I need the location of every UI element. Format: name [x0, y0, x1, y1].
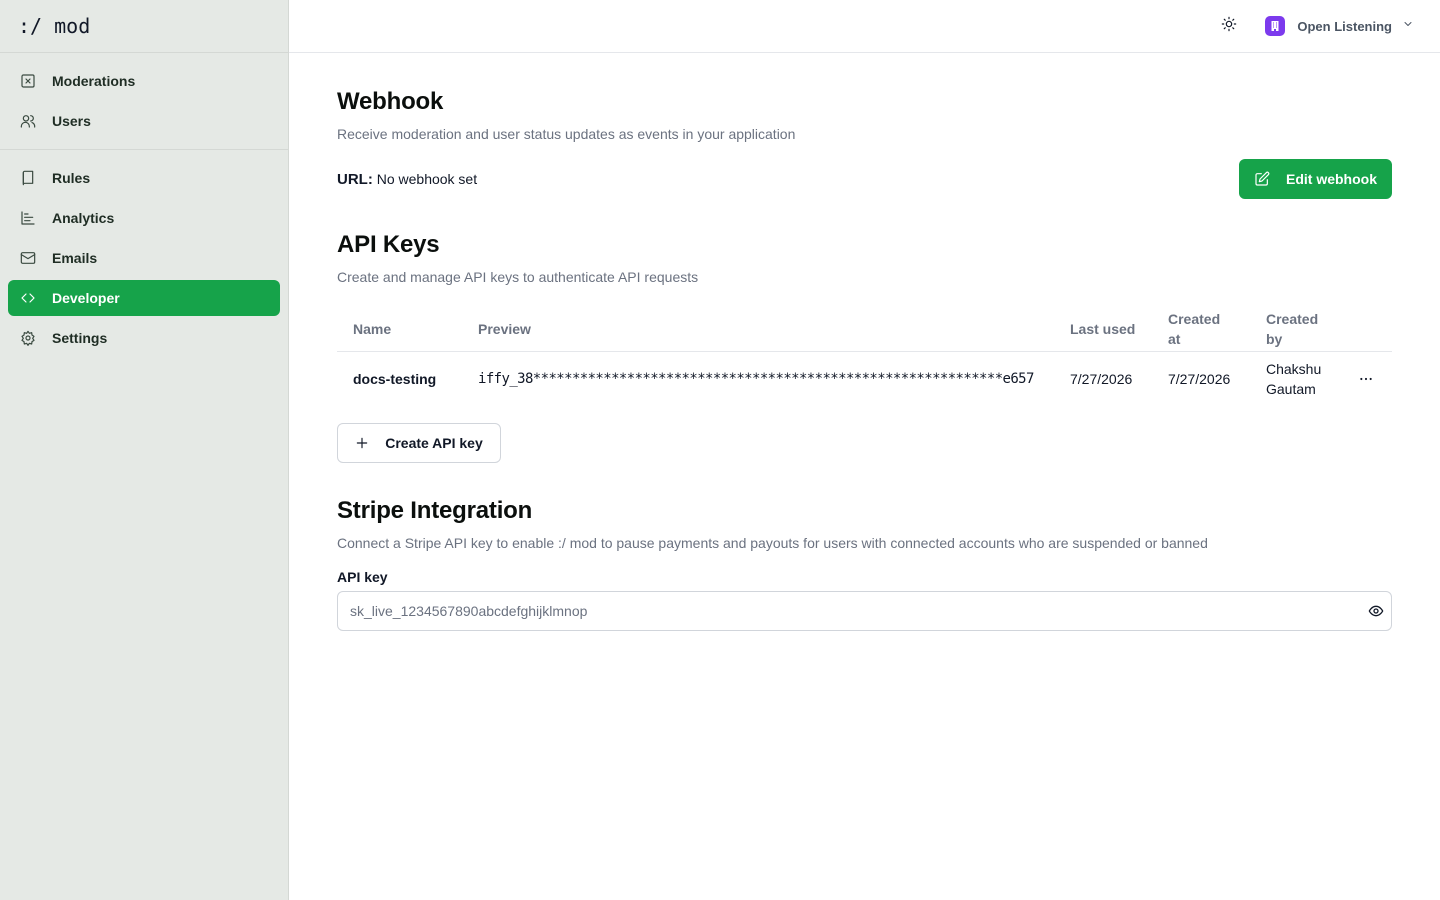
column-header-name: Name	[337, 307, 462, 352]
key-created-at: 7/27/2026	[1168, 371, 1231, 388]
org-name: Open Listening	[1297, 18, 1392, 34]
plus-icon	[356, 437, 368, 449]
top-bar: Open Listening	[289, 0, 1440, 53]
webhook-title: Webhook	[337, 88, 444, 115]
sidebar: :/ mod Moderations Users Rules Analytics	[0, 0, 289, 900]
webhook-url-row: URL: No webhook set Edit webhook	[337, 159, 1392, 199]
sidebar-item-label: Emails	[52, 250, 98, 266]
app-logo[interactable]: :/ mod	[0, 0, 288, 53]
stripe-section: Stripe Integration Connect a Stripe API …	[337, 497, 1392, 631]
edit-icon	[1255, 171, 1270, 186]
sidebar-item-label: Settings	[52, 330, 108, 346]
edit-webhook-label: Edit webhook	[1286, 171, 1377, 187]
sidebar-item-rules[interactable]: Rules	[8, 160, 280, 196]
theme-toggle-button[interactable]	[1219, 16, 1239, 36]
code-icon	[20, 290, 36, 306]
table-row: docs-testing iffy_38********************…	[337, 351, 1392, 407]
api-keys-title: API Keys	[337, 231, 440, 258]
column-header-created-by: Created by	[1250, 307, 1340, 352]
key-last-used: 7/27/2026	[1070, 371, 1133, 388]
chart-icon	[20, 210, 36, 226]
column-header-last-used: Last used	[1054, 307, 1152, 352]
sidebar-item-label: Developer	[52, 290, 120, 306]
eye-icon	[1368, 605, 1384, 617]
stripe-api-key-field	[337, 591, 1392, 631]
chevron-down-icon	[1402, 17, 1414, 35]
sidebar-item-label: Rules	[52, 170, 91, 186]
sidebar-item-developer[interactable]: Developer	[8, 280, 280, 316]
sidebar-primary-nav: Moderations Users	[0, 53, 288, 150]
key-actions-cell	[1340, 351, 1392, 407]
key-name: docs-testing	[353, 371, 437, 388]
stripe-api-key-label: API key	[337, 569, 388, 585]
sidebar-item-emails[interactable]: Emails	[8, 240, 280, 276]
sidebar-item-users[interactable]: Users	[8, 103, 280, 139]
api-keys-section: API Keys Create and manage API keys to a…	[337, 231, 1392, 463]
edit-webhook-button[interactable]: Edit webhook	[1239, 159, 1392, 199]
toggle-visibility-button[interactable]	[1368, 603, 1384, 619]
column-header-preview: Preview	[462, 307, 1054, 352]
sidebar-item-settings[interactable]: Settings	[8, 320, 280, 356]
table-header-row: Name Preview Last used Created at Create…	[337, 307, 1392, 352]
sidebar-secondary-nav: Rules Analytics Emails Developer Setting…	[0, 150, 288, 366]
create-api-key-button[interactable]: Create API key	[337, 423, 501, 463]
webhook-description: Receive moderation and user status updat…	[337, 126, 796, 142]
users-icon	[20, 113, 36, 129]
key-preview: iffy_38*********************************…	[478, 371, 1034, 388]
row-actions-button[interactable]	[1356, 369, 1376, 389]
stripe-api-key-input[interactable]	[337, 591, 1392, 631]
sidebar-item-label: Users	[52, 113, 91, 129]
mail-icon	[20, 250, 36, 266]
webhook-url: URL: No webhook set	[337, 171, 477, 188]
api-keys-table: Name Preview Last used Created at Create…	[337, 307, 1392, 407]
sidebar-item-label: Moderations	[52, 73, 136, 89]
api-keys-description: Create and manage API keys to authentica…	[337, 269, 699, 285]
create-api-key-label: Create API key	[385, 435, 483, 451]
org-switcher[interactable]: Open Listening	[1265, 16, 1414, 36]
main-content: Webhook Receive moderation and user stat…	[337, 53, 1392, 631]
sidebar-item-label: Analytics	[52, 210, 115, 226]
stripe-title: Stripe Integration	[337, 497, 533, 524]
stripe-description: Connect a Stripe API key to enable :/ mo…	[337, 535, 1208, 551]
key-created-by: Chakshu Gautam	[1266, 361, 1322, 398]
gear-icon	[20, 330, 36, 346]
building-icon	[1265, 16, 1286, 36]
book-icon	[20, 170, 36, 186]
more-horizontal-icon	[1360, 378, 1372, 381]
webhook-url-label: URL:	[337, 170, 373, 188]
sidebar-item-moderations[interactable]: Moderations	[8, 63, 280, 99]
flag-square-icon	[20, 73, 36, 89]
webhook-url-value: No webhook set	[376, 170, 478, 187]
sidebar-item-analytics[interactable]: Analytics	[8, 200, 280, 236]
column-header-actions	[1340, 307, 1392, 352]
sun-icon	[1221, 16, 1237, 37]
webhook-section: Webhook Receive moderation and user stat…	[337, 88, 1392, 199]
column-header-created-at: Created at	[1152, 307, 1250, 352]
